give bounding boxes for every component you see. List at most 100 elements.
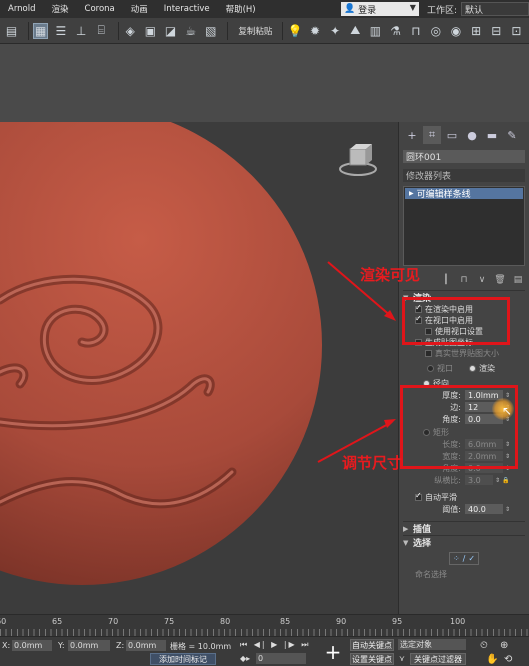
make-unique-icon[interactable]: ∨ xyxy=(475,273,489,287)
pin-stack-icon[interactable]: ┃ xyxy=(439,273,453,287)
menu-help[interactable]: 帮助(H) xyxy=(218,3,264,15)
selection-rollout-header[interactable]: ▼ 选择 xyxy=(403,536,525,550)
auto-smooth-row[interactable]: 自动平滑 xyxy=(403,491,525,503)
utilities-tab-icon[interactable]: ✎ xyxy=(503,126,521,144)
z-coord-field[interactable]: 0.0mm xyxy=(126,640,166,651)
key-mode-icon[interactable]: ◆▸ xyxy=(240,654,250,663)
menu-arnold[interactable]: Arnold xyxy=(0,4,44,14)
real-world-size-row[interactable]: 真实世界贴图大小 xyxy=(403,348,525,359)
sub-object-buttons[interactable]: ⁘ ∕ ✓ xyxy=(449,552,479,565)
vertex-icon[interactable]: ⁘ xyxy=(453,554,460,563)
graph-editor-icon[interactable]: ⌸ xyxy=(94,23,109,39)
real-world-size-checkbox[interactable] xyxy=(425,350,432,357)
copy-paste-button[interactable]: 复制粘贴 xyxy=(238,25,272,37)
timeline-label: 95 xyxy=(392,617,403,626)
pan-icon[interactable]: ✋ xyxy=(486,654,498,665)
spinner-icon[interactable]: ⇕ xyxy=(495,477,500,484)
key-filter-icon[interactable]: ⋎ xyxy=(399,654,405,663)
modifier-stack-item-label: 可编辑样条线 xyxy=(416,190,471,200)
sun-icon[interactable]: ✹ xyxy=(307,23,322,39)
create-tab-icon[interactable]: + xyxy=(403,126,421,144)
camera-icon[interactable]: ◉ xyxy=(448,23,463,39)
perspective-viewport[interactable] xyxy=(0,122,398,614)
chevron-down-icon: ▼ xyxy=(409,3,416,12)
play-icon[interactable]: ▶ xyxy=(271,640,279,649)
modifier-list-dropdown[interactable]: 修改器列表 xyxy=(403,169,525,182)
list-icon[interactable]: ▥ xyxy=(368,23,383,39)
hierarchy-tab-icon[interactable]: ▭ xyxy=(443,126,461,144)
timeline[interactable]: 60 65 70 75 80 85 90 95 100 xyxy=(0,614,529,636)
light-bulb-icon[interactable]: 💡 xyxy=(287,23,302,39)
spline-icon[interactable]: ✓ xyxy=(468,554,475,563)
workspace-select[interactable]: 默认 xyxy=(461,2,529,16)
align-icon[interactable]: ⊥ xyxy=(73,23,88,39)
flask-icon[interactable]: ⚗ xyxy=(388,23,403,39)
add-time-tag-button[interactable]: 添加时间标记 xyxy=(150,653,216,665)
menu-corona[interactable]: Corona xyxy=(77,4,123,14)
key-filters-button[interactable]: 关键点过滤器 xyxy=(410,653,466,665)
circle-icon[interactable]: ◎ xyxy=(428,23,443,39)
modify-tab-icon[interactable]: ⌗ xyxy=(423,126,441,144)
orbit-icon[interactable]: ⟲ xyxy=(504,654,512,665)
interpolation-rollout-header[interactable]: ▶ 插值 xyxy=(403,522,525,536)
set-key-button[interactable]: 设置关键点 xyxy=(350,653,394,665)
renderer-radio-label: 渲染 xyxy=(479,364,495,373)
add-key-button[interactable]: + xyxy=(322,640,344,664)
timeline-label: 60 xyxy=(0,617,7,626)
frame-icon[interactable]: ⊞ xyxy=(469,23,484,39)
grid-icon[interactable]: ⊟ xyxy=(489,23,504,39)
layer-icon[interactable]: ▦ xyxy=(33,22,49,39)
interpolation-rollout: ▶ 插值 xyxy=(403,521,525,535)
display-tab-icon[interactable]: ▬ xyxy=(483,126,501,144)
modifier-stack[interactable]: ▶ 可编辑样条线 xyxy=(403,186,525,266)
object-name-field[interactable]: 圆环001 xyxy=(403,150,525,163)
render-frame-icon[interactable]: ◪ xyxy=(163,23,178,39)
auto-smooth-checkbox[interactable] xyxy=(415,491,422,501)
material-editor-icon[interactable]: ◈ xyxy=(123,23,138,39)
configure-sets-icon[interactable]: ▤ xyxy=(511,273,525,287)
timeline-label: 100 xyxy=(450,617,466,626)
menu-interactive[interactable]: Interactive xyxy=(156,4,218,14)
render-icon[interactable]: ☕ xyxy=(183,23,198,39)
y-coord-field[interactable]: 0.0mm xyxy=(68,640,110,651)
show-end-result-icon[interactable]: ⊓ xyxy=(457,273,471,287)
expand-icon[interactable]: ⊡ xyxy=(509,23,524,39)
remove-modifier-icon[interactable]: 🗑 xyxy=(493,273,507,287)
status-bar: X: 0.0mm Y: 0.0mm Z: 0.0mm 栅格 = 10.0mm 添… xyxy=(0,636,529,666)
modifier-stack-item[interactable]: ▶ 可编辑样条线 xyxy=(405,188,523,200)
spinner-icon[interactable]: ⇕ xyxy=(505,506,510,513)
viewport-radio[interactable] xyxy=(427,365,434,372)
render-production-icon[interactable]: ▧ xyxy=(203,23,218,39)
motion-tab-icon[interactable]: ● xyxy=(463,126,481,144)
render-setup-icon[interactable]: ▣ xyxy=(143,23,158,39)
script-icon[interactable]: ▤ xyxy=(4,23,19,39)
next-frame-icon[interactable]: |▶ xyxy=(284,640,297,649)
viewport-renderer-radios: 视口 渲染 xyxy=(403,363,525,374)
login-dropdown[interactable]: 👤 登录 ▼ xyxy=(340,2,419,16)
time-config-icon[interactable]: ⏲ xyxy=(480,640,488,651)
x-coord-field[interactable]: 0.0mm xyxy=(12,640,52,651)
threshold-field[interactable]: 40.0 xyxy=(465,504,503,514)
go-to-start-icon[interactable]: ⏮ xyxy=(240,640,249,649)
bucket-icon[interactable]: ⊓ xyxy=(408,23,423,39)
renderer-radio[interactable] xyxy=(469,365,476,372)
selection-set-dropdown[interactable]: 选定对象 xyxy=(398,639,466,650)
menu-render[interactable]: 渲染 xyxy=(44,3,77,15)
zoom-icon[interactable]: ⊕ xyxy=(500,640,508,651)
aspect-field[interactable]: 3.0 xyxy=(465,475,493,485)
user-icon: 👤 xyxy=(343,4,356,14)
mountain-icon[interactable]: ⛰ xyxy=(348,23,363,39)
menu-animation[interactable]: 动画 xyxy=(123,3,156,15)
segment-icon[interactable]: ∕ xyxy=(463,554,466,563)
collapse-triangle-icon: ▼ xyxy=(403,538,409,547)
lock-icon[interactable]: 🔒 xyxy=(502,477,509,484)
previous-frame-icon[interactable]: ◀| xyxy=(254,640,267,649)
command-panel-tabs: + ⌗ ▭ ● ▬ ✎ xyxy=(399,122,529,148)
scene-explorer-icon[interactable]: ☰ xyxy=(53,23,68,39)
go-to-end-icon[interactable]: ⏭ xyxy=(301,640,310,649)
current-frame-field[interactable]: 0 xyxy=(256,653,306,664)
sky-icon[interactable]: ✦ xyxy=(328,23,343,39)
auto-key-button[interactable]: 自动关键点 xyxy=(350,639,394,651)
timeline-label: 65 xyxy=(52,617,63,626)
toolbar-separator xyxy=(282,21,284,40)
